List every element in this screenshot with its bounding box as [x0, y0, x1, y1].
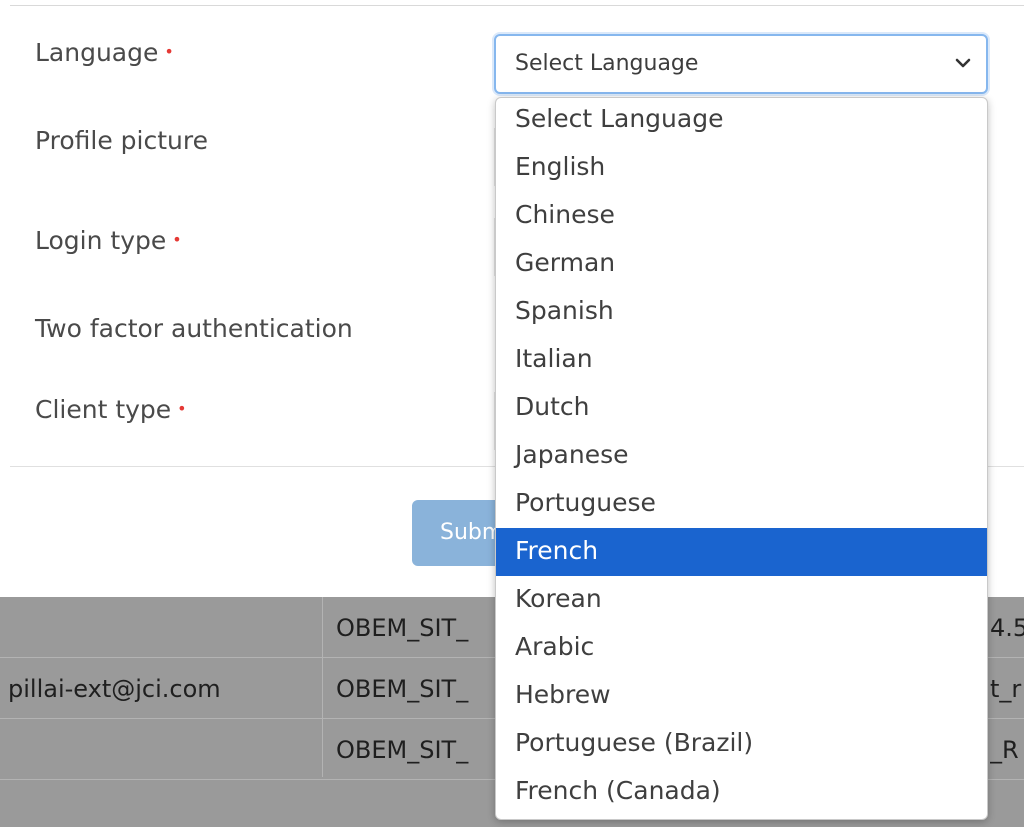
language-option[interactable]: German: [496, 240, 987, 288]
login-type-label: Login type •: [35, 226, 182, 255]
language-option[interactable]: Hebrew: [496, 672, 987, 720]
table-cell-name: OBEM_SIT_: [336, 675, 469, 703]
table-cell-tail: 4.5: [990, 614, 1024, 642]
divider: [10, 5, 1024, 6]
language-option[interactable]: English: [496, 144, 987, 192]
table-cell-tail: _R: [990, 736, 1019, 764]
language-option[interactable]: Chinese: [496, 192, 987, 240]
language-option[interactable]: Korean: [496, 576, 987, 624]
field-label-text: Login type: [35, 226, 167, 255]
language-option[interactable]: Select Language: [496, 98, 987, 144]
language-select-value: Select Language: [515, 51, 699, 76]
table-cell-name: OBEM_SIT_: [336, 736, 469, 764]
table-cell-email: [8, 719, 318, 779]
field-label-text: Profile picture: [35, 126, 208, 155]
language-option[interactable]: Portuguese (Brazil): [496, 720, 987, 768]
field-label-text: Client type: [35, 395, 172, 424]
language-option[interactable]: French (Canada): [496, 768, 987, 816]
table-cell-tail: t_r: [990, 675, 1022, 703]
language-option[interactable]: Dutch: [496, 384, 987, 432]
required-marker: •: [164, 42, 174, 61]
language-option[interactable]: Spanish: [496, 288, 987, 336]
field-label-text: Language: [35, 38, 159, 67]
language-dropdown-list[interactable]: Select Language English Chinese German S…: [495, 97, 988, 820]
language-option[interactable]: Arabic: [496, 624, 987, 672]
table-cell-name: OBEM_SIT_: [336, 614, 469, 642]
table-cell-email: [8, 597, 318, 657]
table-cell-email: pillai-ext@jci.com: [8, 675, 221, 703]
profile-picture-label: Profile picture: [35, 126, 208, 155]
language-select[interactable]: Select Language: [494, 34, 988, 94]
language-option[interactable]: Japanese: [496, 432, 987, 480]
required-marker: •: [172, 230, 182, 249]
language-option[interactable]: Portuguese: [496, 480, 987, 528]
language-option[interactable]: Italian: [496, 336, 987, 384]
language-label: Language •: [35, 38, 174, 67]
two-factor-label: Two factor authentication: [35, 314, 353, 343]
language-option-highlighted[interactable]: French: [496, 528, 987, 576]
field-label-text: Two factor authentication: [35, 314, 353, 343]
chevron-down-icon: [955, 58, 971, 68]
client-type-label: Client type •: [35, 395, 187, 424]
required-marker: •: [177, 399, 187, 418]
